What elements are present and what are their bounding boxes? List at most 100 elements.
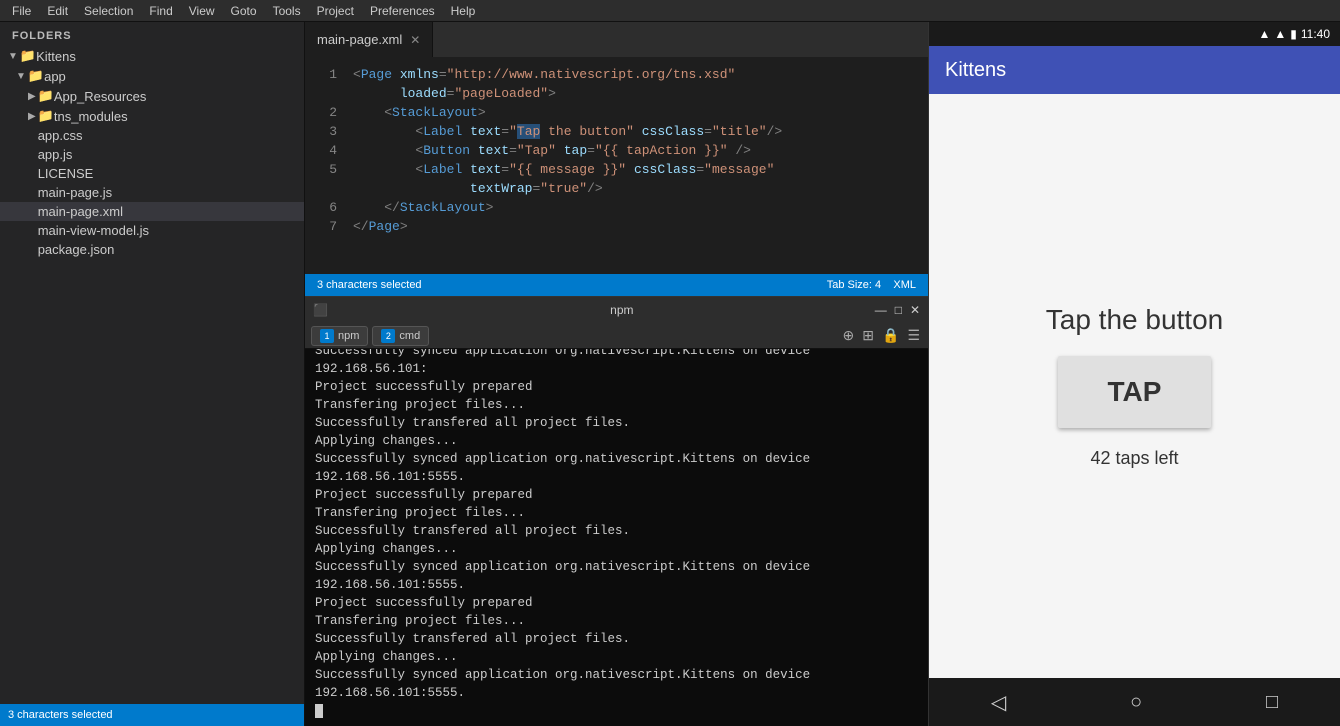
code-line-6: </StackLayout> bbox=[353, 198, 928, 217]
main-area: FOLDERS ▼ 📁 Kittens ▼ 📁 app ▶ 📁 App_Reso… bbox=[0, 22, 1340, 726]
code-line-4: <Button text="Tap" tap="{{ tapAction }}"… bbox=[353, 141, 928, 160]
code-line-5b: textWrap="true"/> bbox=[353, 179, 928, 198]
tree-label-tns-modules: tns_modules bbox=[54, 109, 128, 124]
editor-status-left: 3 characters selected bbox=[0, 704, 304, 726]
tree-label-kittens: Kittens bbox=[36, 49, 76, 64]
terminal-tab-npm[interactable]: 1 npm bbox=[311, 326, 368, 346]
tree-label-main-view-model-js: main-view-model.js bbox=[38, 223, 149, 238]
menu-goto[interactable]: Goto bbox=[223, 2, 265, 20]
arrow-tns-modules: ▶ bbox=[28, 111, 36, 122]
terminal-line: Successfully transfered all project file… bbox=[315, 630, 918, 648]
terminal-titlebar: ⬛ npm — □ ✕ bbox=[305, 297, 928, 323]
terminal-close-btn[interactable]: ✕ bbox=[910, 303, 920, 317]
menu-project[interactable]: Project bbox=[309, 2, 362, 20]
tab-label: main-page.xml bbox=[317, 32, 402, 47]
folder-icon-kittens: 📁 bbox=[20, 48, 36, 64]
file-tree: ▼ 📁 Kittens ▼ 📁 app ▶ 📁 App_Resources ▶ … bbox=[0, 46, 304, 704]
tree-main-view-model-js[interactable]: ▶ main-view-model.js bbox=[0, 221, 304, 240]
tree-app-css[interactable]: ▶ app.css bbox=[0, 126, 304, 145]
menu-preferences[interactable]: Preferences bbox=[362, 2, 443, 20]
terminal-tab-cmd-label: cmd bbox=[399, 330, 420, 342]
status-tab-size: Tab Size: 4 bbox=[827, 279, 881, 291]
terminal-lock-btn[interactable]: 🔒 bbox=[880, 327, 901, 344]
terminal-cursor-line bbox=[315, 702, 918, 720]
phone-tap-text: Tap the button bbox=[1046, 304, 1223, 336]
tree-package-json[interactable]: ▶ package.json bbox=[0, 240, 304, 259]
phone-time: 11:40 bbox=[1301, 27, 1330, 41]
tree-kittens[interactable]: ▼ 📁 Kittens bbox=[0, 46, 304, 66]
folder-icon-app: 📁 bbox=[28, 68, 44, 84]
status-right: Tab Size: 4 XML bbox=[827, 279, 916, 291]
phone-tap-button[interactable]: TAP bbox=[1058, 356, 1212, 428]
code-line-3: <Label text="Tap the button" cssClass="t… bbox=[353, 122, 928, 141]
editor-area: main-page.xml ✕ 1 2 3 4 5 6 7 bbox=[305, 22, 928, 726]
terminal-icon: ⬛ bbox=[313, 303, 328, 317]
terminal-add-btn[interactable]: ⊕ bbox=[841, 327, 857, 344]
terminal-maximize-btn[interactable]: □ bbox=[895, 303, 902, 317]
terminal-line: Successfully transfered all project file… bbox=[315, 414, 918, 432]
battery-icon: ▮ bbox=[1290, 27, 1297, 41]
terminal-line: Successfully synced application org.nati… bbox=[315, 558, 918, 594]
tree-tns-modules[interactable]: ▶ 📁 tns_modules bbox=[0, 106, 304, 126]
terminal-line: Successfully synced application org.nati… bbox=[315, 450, 918, 486]
tree-app-js[interactable]: ▶ app.js bbox=[0, 145, 304, 164]
terminal-tab-cmd-icon: 2 bbox=[381, 329, 395, 343]
terminal-line: Applying changes... bbox=[315, 540, 918, 558]
tree-label-app-css: app.css bbox=[38, 128, 83, 143]
code-content[interactable]: <Page xmlns="http://www.nativescript.org… bbox=[345, 57, 928, 274]
phone-back-button[interactable]: ◁ bbox=[975, 682, 1022, 723]
tree-label-main-page-xml: main-page.xml bbox=[38, 204, 123, 219]
selection-status: 3 characters selected bbox=[8, 709, 113, 721]
phone-content: Tap the button TAP 42 taps left bbox=[929, 94, 1340, 678]
phone-recent-button[interactable]: □ bbox=[1250, 683, 1294, 722]
menu-selection[interactable]: Selection bbox=[76, 2, 141, 20]
menu-tools[interactable]: Tools bbox=[265, 2, 309, 20]
terminal-tab-cmd[interactable]: 2 cmd bbox=[372, 326, 429, 346]
menu-find[interactable]: Find bbox=[141, 2, 180, 20]
phone-navbar: ◁ ○ □ bbox=[929, 678, 1340, 726]
right-panel: main-page.xml ✕ 1 2 3 4 5 6 7 bbox=[305, 22, 1340, 726]
terminal-minimize-btn[interactable]: — bbox=[875, 303, 887, 317]
tree-app-resources[interactable]: ▶ 📁 App_Resources bbox=[0, 86, 304, 106]
phone-screen: Kittens Tap the button TAP 42 taps left bbox=[929, 46, 1340, 678]
tab-main-page-xml[interactable]: main-page.xml ✕ bbox=[305, 22, 433, 57]
code-editor[interactable]: 1 2 3 4 5 6 7 <Page xmlns="http://www.na… bbox=[305, 57, 928, 274]
tree-main-page-xml[interactable]: ▶ main-page.xml bbox=[0, 202, 304, 221]
terminal-line: Applying changes... bbox=[315, 432, 918, 450]
terminal-title: npm bbox=[373, 303, 871, 317]
phone-statusbar-icons: ▲ ▲ ▮ 11:40 bbox=[1258, 27, 1330, 41]
terminal-tabs: 1 npm 2 cmd ⊕ ⊞ 🔒 ☰ bbox=[305, 323, 928, 349]
code-line-5: <Label text="{{ message }}" cssClass="me… bbox=[353, 160, 928, 179]
terminal-line: Applying changes... bbox=[315, 648, 918, 666]
terminal-menu-btn[interactable]: ☰ bbox=[905, 327, 922, 344]
tree-label-app-resources: App_Resources bbox=[54, 89, 147, 104]
terminal-line: Transfering project files... bbox=[315, 504, 918, 522]
tree-main-page-js[interactable]: ▶ main-page.js bbox=[0, 183, 304, 202]
menu-file[interactable]: File bbox=[4, 2, 39, 20]
terminal-split-btn[interactable]: ⊞ bbox=[860, 327, 876, 344]
phone-appbar: Kittens bbox=[929, 46, 1340, 94]
status-language: XML bbox=[893, 279, 916, 291]
terminal-output[interactable]: Applying changes...Successfully synced a… bbox=[305, 349, 928, 726]
code-line-7: </Page> bbox=[353, 217, 928, 236]
terminal-tab-npm-icon: 1 bbox=[320, 329, 334, 343]
menu-view[interactable]: View bbox=[181, 2, 223, 20]
arrow-app-resources: ▶ bbox=[28, 91, 36, 102]
tree-label-app: app bbox=[44, 69, 66, 84]
tree-license[interactable]: ▶ LICENSE bbox=[0, 164, 304, 183]
terminal-line: Project successfully prepared bbox=[315, 378, 918, 396]
wifi-icon: ▲ bbox=[1258, 27, 1270, 41]
menu-edit[interactable]: Edit bbox=[39, 2, 76, 20]
phone-home-button[interactable]: ○ bbox=[1114, 683, 1158, 722]
menubar: File Edit Selection Find View Goto Tools… bbox=[0, 0, 1340, 22]
menu-help[interactable]: Help bbox=[443, 2, 484, 20]
code-line-2: <StackLayout> bbox=[353, 103, 928, 122]
tab-close-button[interactable]: ✕ bbox=[410, 33, 420, 47]
terminal-line: Transfering project files... bbox=[315, 612, 918, 630]
terminal-line: Project successfully prepared bbox=[315, 486, 918, 504]
phone-emulator: ▲ ▲ ▮ 11:40 Kittens Tap the button TAP 4… bbox=[928, 22, 1340, 726]
tree-label-license: LICENSE bbox=[38, 166, 94, 181]
code-line-1: <Page xmlns="http://www.nativescript.org… bbox=[353, 65, 928, 84]
tree-app[interactable]: ▼ 📁 app bbox=[0, 66, 304, 86]
phone-statusbar: ▲ ▲ ▮ 11:40 bbox=[929, 22, 1340, 46]
